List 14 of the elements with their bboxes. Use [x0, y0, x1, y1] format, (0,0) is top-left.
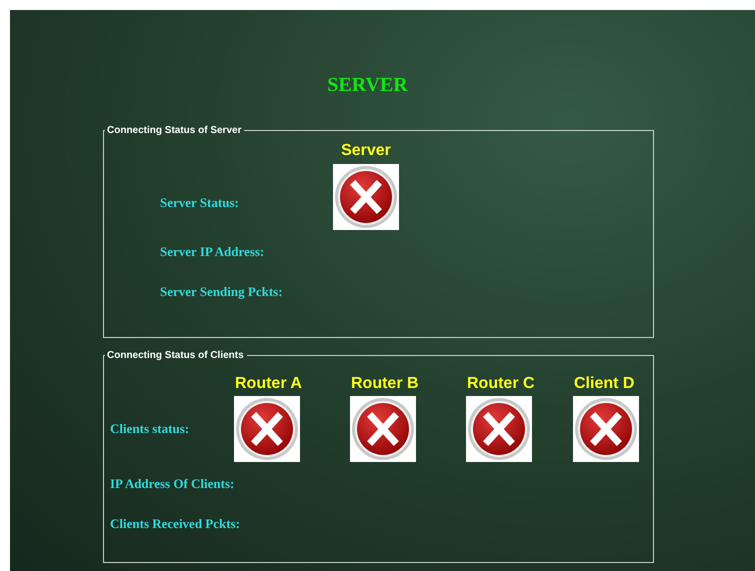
node-name: Server [340, 142, 392, 160]
field-label: Server Status: [160, 194, 240, 211]
page-title: SERVER [326, 74, 409, 97]
field-label: Server IP Address: [160, 244, 266, 260]
node-name: Router B [350, 375, 420, 393]
node-name: Router A [234, 375, 303, 393]
group-title: Connecting Status of Server [106, 125, 242, 136]
field-label: Clients status: [110, 421, 190, 437]
field-label: IP Address Of Clients: [110, 476, 236, 492]
field-label: Clients Received Pckts: [110, 516, 241, 532]
node-name: Router C [466, 375, 536, 393]
group-title: Connecting Status of Clients [106, 350, 245, 361]
field-label: Server Sending Pckts: [160, 284, 284, 300]
node-name: Client D [573, 375, 636, 393]
